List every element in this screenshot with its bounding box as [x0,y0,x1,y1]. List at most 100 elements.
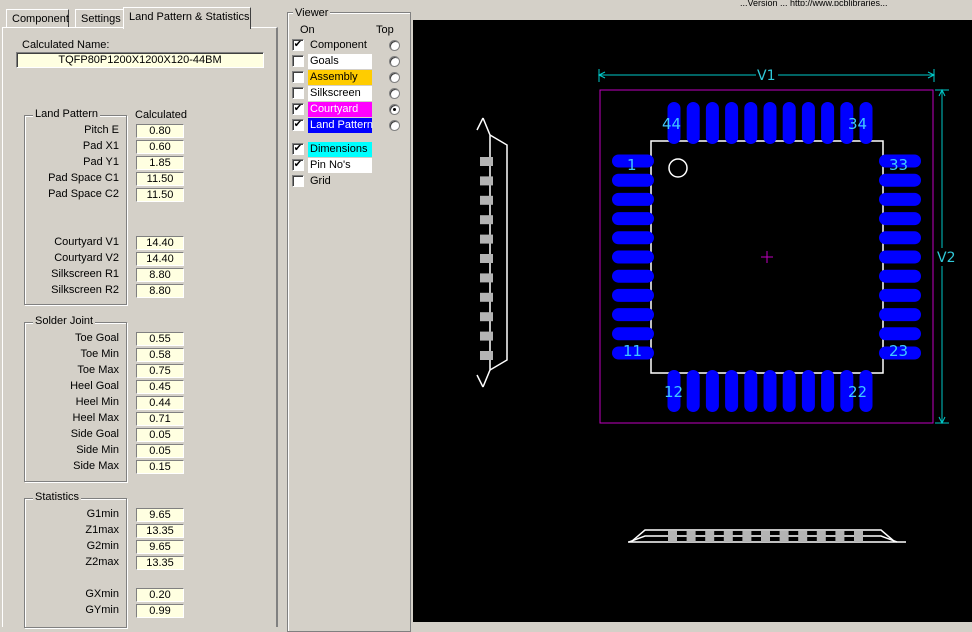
layer-top-radio[interactable] [389,40,400,51]
layer-checkbox[interactable] [292,55,304,67]
statistics-value[interactable]: 13.35 [136,556,184,570]
layer-name: Component [308,38,372,53]
solder-joint-value[interactable]: 0.05 [136,428,184,442]
land-pattern-value[interactable]: 1.85 [136,156,184,170]
lead [761,531,770,542]
pad [879,192,921,206]
tab-bar: Component Settings Land Pattern & Statis… [6,7,282,29]
pad [879,327,921,341]
layer-checkbox[interactable] [292,87,304,99]
layer-top-radio[interactable] [389,88,400,99]
tab-land-pattern-statistics[interactable]: Land Pattern & Statistics [123,7,251,29]
pad [879,308,921,322]
pad [782,102,796,144]
pad [879,250,921,264]
pad [612,192,654,206]
layer-row-silkscreen[interactable]: Silkscreen [292,86,408,101]
layer-checkbox[interactable]: ✔ [292,39,304,51]
solder-joint-label: Side Max [73,460,119,472]
land-pattern-label: Silkscreen R1 [51,268,119,280]
solder-joint-value[interactable]: 0.55 [136,332,184,346]
layer-row-assembly[interactable]: Assembly [292,70,408,85]
pad [821,370,835,412]
pad [725,370,739,412]
side-view-bottom [628,529,906,543]
pad [612,288,654,302]
calculated-column-header: Calculated [135,109,187,121]
land-pattern-label: Pad X1 [82,140,119,152]
pad [612,308,654,322]
solder-joint-value[interactable]: 0.71 [136,412,184,426]
pin-label-34: 34 [848,115,867,133]
layer-checkbox[interactable]: ✔ [292,159,304,171]
pad [801,102,815,144]
lead [668,531,677,542]
pin-label-22: 22 [848,383,867,401]
layer-row-grid[interactable]: Grid [292,174,408,189]
land-pattern-value[interactable]: 14.40 [136,252,184,266]
layer-top-radio[interactable] [389,104,400,115]
land-pattern-value[interactable]: 8.80 [136,284,184,298]
statistics-value[interactable]: 13.35 [136,524,184,538]
layer-row-dimensions[interactable]: ✔ Dimensions [292,142,408,157]
tab-settings[interactable]: Settings [75,9,127,28]
pad [686,370,700,412]
land-pattern-label: Pad Space C2 [48,188,119,200]
viewer-col-on: On [300,24,315,36]
pin-label-1: 1 [627,156,637,174]
statistics-value[interactable]: 9.65 [136,508,184,522]
pad [725,102,739,144]
layer-checkbox[interactable]: ✔ [292,143,304,155]
pin-label-11: 11 [623,342,642,360]
statistics-label: GXmin [85,588,119,600]
layer-top-radio[interactable] [389,120,400,131]
statistics-value[interactable]: 0.20 [136,588,184,602]
pad [612,173,654,187]
land-pattern-value[interactable]: 11.50 [136,172,184,186]
land-pattern-value[interactable]: 0.60 [136,140,184,154]
outline-line [476,117,484,131]
solder-joint-value[interactable]: 0.45 [136,380,184,394]
solder-joint-label: Heel Goal [70,380,119,392]
lead [480,312,493,322]
solder-joint-value[interactable]: 0.75 [136,364,184,378]
dimension-v2-label: V2 [937,250,955,266]
tab-component[interactable]: Component [6,9,69,28]
lead [480,157,493,166]
viewer-group-title: Viewer [293,7,331,19]
layer-row-goals[interactable]: Goals [292,54,408,69]
layer-row-pin-no-s[interactable]: ✔ Pin No's [292,158,408,173]
pad [612,327,654,341]
solder-joint-value[interactable]: 0.15 [136,460,184,474]
statistics-group-title: Statistics [33,491,82,503]
statistics-value[interactable]: 9.65 [136,540,184,554]
layer-checkbox[interactable] [292,71,304,83]
layer-checkbox[interactable]: ✔ [292,103,304,115]
layer-row-courtyard[interactable]: ✔ Courtyard [292,102,408,117]
calculated-name-label: Calculated Name: [22,39,110,51]
solder-joint-value[interactable]: 0.05 [136,444,184,458]
solder-joint-value[interactable]: 0.58 [136,348,184,362]
pad [612,250,654,264]
layer-top-radio[interactable] [389,56,400,67]
layer-row-land-pattern[interactable]: ✔ Land Pattern [292,118,408,133]
layer-checkbox[interactable] [292,175,304,187]
layer-top-radio[interactable] [389,72,400,83]
lead [480,215,493,225]
layer-checkbox[interactable]: ✔ [292,119,304,131]
layer-row-component[interactable]: ✔ Component [292,38,408,53]
statistics-value[interactable]: 0.99 [136,604,184,618]
calculated-name-field[interactable]: TQFP80P1200X1200X120-44BM [16,52,264,68]
lead [723,531,733,542]
land-pattern-value[interactable]: 14.40 [136,236,184,250]
land-pattern-value[interactable]: 8.80 [136,268,184,282]
solder-joint-value[interactable]: 0.44 [136,396,184,410]
footprint-canvas[interactable]: V1 V2 1 11 12 22 23 33 34 44 [413,20,972,622]
pad [763,102,777,144]
pin-label-33: 33 [889,156,908,174]
statistics-label: G2min [86,540,119,552]
land-pattern-value[interactable]: 11.50 [136,188,184,202]
pad [782,370,796,412]
pin-label-23: 23 [889,342,908,360]
land-pattern-value[interactable]: 0.80 [136,124,184,138]
